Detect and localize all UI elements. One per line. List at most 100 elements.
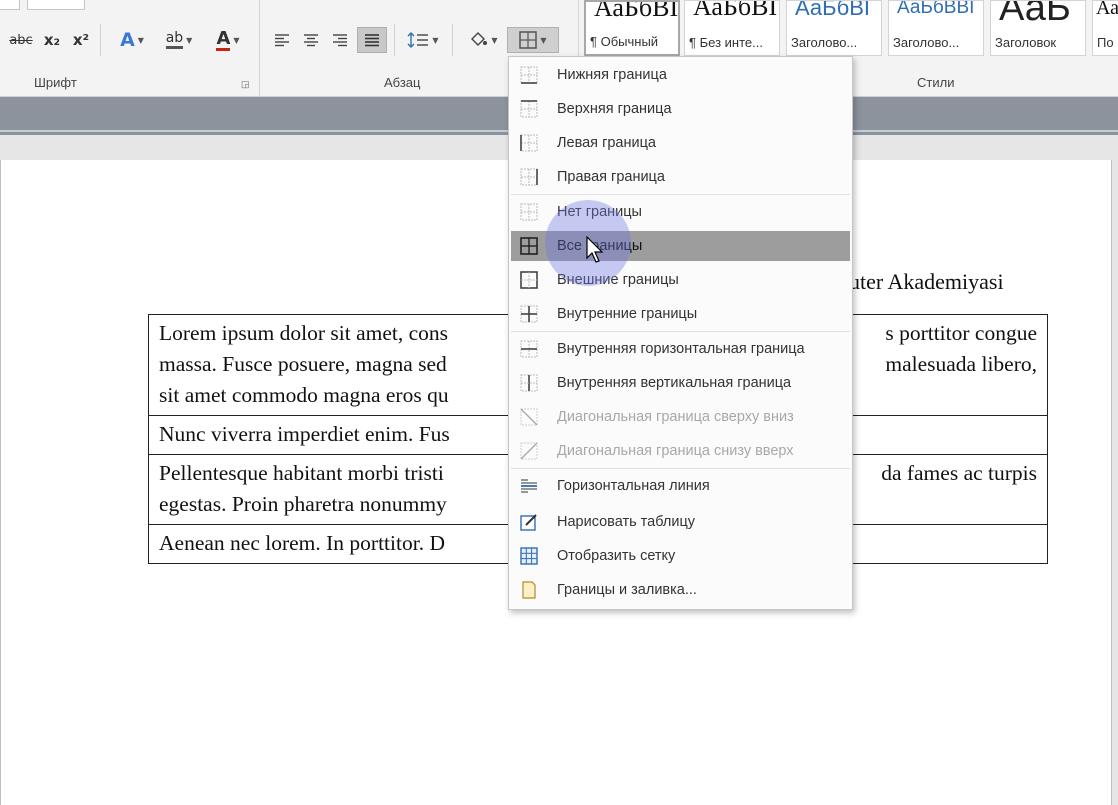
- styles-group-label: Стили: [917, 75, 955, 90]
- group-separator: [259, 0, 260, 96]
- justify-button[interactable]: [357, 27, 387, 53]
- cell-text: Lorem ipsum dolor sit amet, cons: [159, 321, 449, 345]
- menu-item-label: Нижняя граница: [557, 67, 667, 83]
- highlighter-icon: ab: [165, 31, 184, 49]
- cell-text: da fames ac turpis: [881, 461, 1037, 485]
- ribbon-top-row: [0, 0, 600, 14]
- style-heading-1[interactable]: АаБбВІ Заголово...: [786, 0, 882, 56]
- menu-divider: [511, 331, 850, 332]
- cell-text: Pellentesque habitant morbi tristi: [159, 461, 444, 485]
- menu-item-view-gridlines[interactable]: Отобразить сетку: [511, 541, 850, 571]
- chevron-down-icon: ▼: [432, 35, 439, 45]
- menu-item-bottom-border[interactable]: Нижняя граница: [511, 60, 850, 90]
- borders-dropdown-menu: Нижняя граница Верхняя граница Левая гра…: [508, 56, 853, 610]
- align-right-button[interactable]: [328, 27, 352, 53]
- cell-text: massa. Fusce posuere, magna sed: [159, 352, 447, 376]
- cell-text: malesuada libero,: [885, 352, 1037, 376]
- shading-button[interactable]: ▼: [462, 27, 504, 53]
- menu-item-right-border[interactable]: Правая граница: [511, 162, 850, 192]
- style-name: Заголово...: [893, 35, 960, 50]
- align-center-button[interactable]: [299, 27, 323, 53]
- style-title[interactable]: АаБ Заголовок: [990, 0, 1086, 56]
- separator: [100, 24, 101, 56]
- justify-icon: [365, 34, 379, 47]
- cell-text: s porttitor congue: [885, 321, 1037, 345]
- borders-button[interactable]: ▼: [507, 27, 559, 53]
- dialog-launcher-icon[interactable]: ◲: [241, 79, 250, 90]
- mouse-pointer-icon: [586, 236, 604, 263]
- view-gridlines-icon: [519, 546, 539, 566]
- menu-item-label: Границы и заливка...: [557, 582, 697, 598]
- menu-item-left-border[interactable]: Левая граница: [511, 128, 850, 158]
- menu-divider: [511, 194, 850, 195]
- menu-item-label: Диагональная граница снизу вверх: [557, 443, 794, 459]
- menu-item-diagonal-down-border[interactable]: Диагональная граница сверху вниз: [511, 402, 850, 432]
- style-name: По: [1097, 35, 1114, 50]
- paragraph-group-label: Абзац: [384, 75, 421, 90]
- cell-text: sit amet commodo magna eros qu: [159, 383, 449, 407]
- chevron-down-icon: ▼: [540, 35, 547, 45]
- diagonal-up-icon: [519, 441, 539, 461]
- menu-item-top-border[interactable]: Верхняя граница: [511, 94, 850, 124]
- align-left-button[interactable]: [270, 27, 294, 53]
- font-size-box[interactable]: [27, 0, 85, 10]
- style-name: Заголово...: [791, 35, 858, 50]
- style-heading-2[interactable]: АаБбВВІ Заголово...: [888, 0, 984, 56]
- cell-text: egestas. Proin pharetra nonummy: [159, 492, 447, 516]
- menu-item-label: Нарисовать таблицу: [557, 514, 695, 530]
- text-effects-icon: A: [120, 29, 135, 51]
- subscript-button[interactable]: x₂: [40, 27, 64, 53]
- separator: [394, 24, 395, 56]
- menu-item-borders-and-shading[interactable]: Границы и заливка...: [511, 575, 850, 605]
- chevron-down-icon: ▼: [233, 35, 240, 45]
- style-preview: АаБбВВІ: [897, 0, 975, 18]
- menu-item-label: Верхняя граница: [557, 101, 672, 117]
- border-none-icon: [519, 202, 539, 222]
- menu-item-inside-horizontal-border[interactable]: Внутренняя горизонтальная граница: [511, 334, 850, 364]
- style-no-spacing[interactable]: АаБбВІ ¶ Без инте...: [684, 0, 780, 56]
- font-color-button[interactable]: A ▼: [207, 27, 249, 53]
- text-effects-button[interactable]: A ▼: [112, 27, 152, 53]
- highlight-button[interactable]: ab ▼: [157, 27, 201, 53]
- document-header-text[interactable]: uter Akademiyasi: [849, 269, 1004, 295]
- menu-item-label: Диагональная граница сверху вниз: [557, 409, 794, 425]
- menu-item-label: Горизонтальная линия: [557, 478, 710, 494]
- cell-text: Nunc viverra imperdiet enim. Fus: [159, 422, 450, 446]
- border-outside-icon: [519, 270, 539, 290]
- font-name-box[interactable]: [0, 0, 20, 10]
- chevron-down-icon: ▼: [137, 35, 144, 45]
- border-bottom-icon: [519, 65, 539, 85]
- border-right-icon: [519, 167, 539, 187]
- font-color-icon: A: [216, 27, 231, 51]
- menu-item-label: Внутренние границы: [557, 306, 698, 322]
- border-left-icon: [519, 133, 539, 153]
- align-center-icon: [304, 34, 318, 47]
- chevron-down-icon: ▼: [491, 35, 498, 45]
- menu-item-horizontal-line[interactable]: Горизонтальная линия: [511, 471, 850, 501]
- align-right-icon: [333, 34, 347, 47]
- style-preview: АаБбВІ: [594, 0, 679, 22]
- border-all-icon: [519, 31, 538, 49]
- menu-item-inside-vertical-border[interactable]: Внутренняя вертикальная граница: [511, 368, 850, 398]
- style-name: ¶ Обычный: [590, 34, 659, 49]
- chevron-down-icon: ▼: [186, 35, 193, 45]
- menu-divider: [511, 468, 850, 469]
- menu-item-label: Внутренняя вертикальная граница: [557, 375, 792, 391]
- styles-gallery: АаБбВІ ¶ Обычный АаБбВІ ¶ Без инте... Аа…: [584, 0, 1118, 58]
- strikethrough-button[interactable]: abc: [6, 27, 36, 53]
- style-name: ¶ Без инте...: [689, 35, 763, 50]
- menu-item-draw-table[interactable]: Нарисовать таблицу: [511, 507, 850, 537]
- style-normal[interactable]: АаБбВІ ¶ Обычный: [584, 0, 680, 56]
- line-spacing-icon: [407, 32, 429, 48]
- draw-table-icon: [519, 512, 539, 532]
- style-name: Заголовок: [995, 35, 1057, 50]
- superscript-button[interactable]: x²: [68, 27, 94, 53]
- diagonal-down-icon: [519, 407, 539, 427]
- menu-item-inside-borders[interactable]: Внутренние границы: [511, 299, 850, 329]
- border-all-icon: [519, 236, 539, 256]
- menu-item-label: Внутренняя горизонтальная граница: [557, 341, 805, 357]
- line-spacing-button[interactable]: ▼: [402, 27, 444, 53]
- menu-item-diagonal-up-border[interactable]: Диагональная граница снизу вверх: [511, 436, 850, 466]
- style-preview: АаБбВІ: [795, 0, 870, 20]
- style-subtitle[interactable]: Аа По: [1092, 0, 1118, 56]
